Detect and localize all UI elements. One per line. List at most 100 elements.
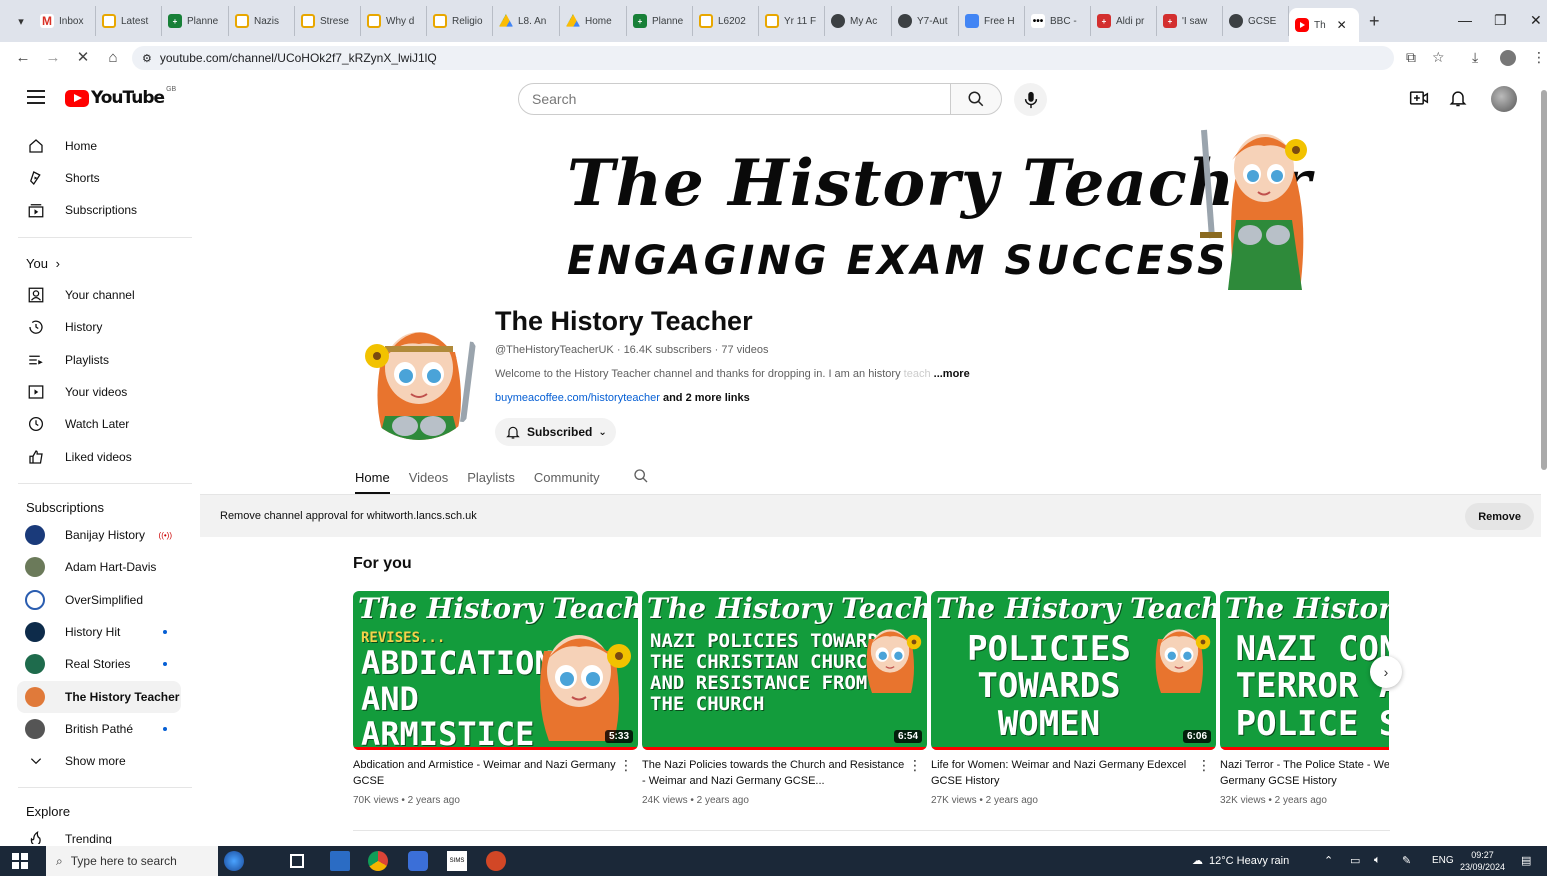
search-input[interactable]: Search (518, 83, 951, 115)
app-icon[interactable] (330, 851, 350, 871)
pen-icon[interactable]: ✎ (1402, 854, 1411, 867)
search-highlight-icon[interactable] (224, 851, 244, 871)
browser-tab[interactable]: Religio (427, 6, 493, 36)
notifications-icon[interactable]: ▤ (1521, 854, 1531, 867)
new-tab-icon[interactable]: + (1369, 11, 1380, 32)
browser-tab[interactable]: Nazis (229, 6, 295, 36)
sidebar-item[interactable]: Liked videos (17, 441, 181, 473)
app-icon[interactable] (408, 851, 428, 871)
sidebar-item[interactable]: Real Stories (17, 648, 181, 680)
more-links[interactable]: and 2 more links (663, 392, 750, 404)
browser-tab[interactable]: + Aldi pr (1091, 6, 1157, 36)
browser-tab[interactable]: + 'I saw (1157, 6, 1223, 36)
video-title[interactable]: Life for Women: Weimar and Nazi Germany … (931, 757, 1196, 789)
language-indicator[interactable]: ENG (1432, 855, 1454, 866)
video-menu-icon[interactable]: ⋮ (1197, 757, 1211, 774)
video-title[interactable]: Nazi Terror - The Police State - Weimar … (1220, 757, 1389, 789)
window-close-icon[interactable]: ✕ (1530, 12, 1542, 29)
browser-tab[interactable]: Strese (295, 6, 361, 36)
search-button[interactable] (950, 83, 1002, 115)
video-card[interactable]: The History NAZI CONTRTERROR ANDPOLICE ST… (1220, 591, 1389, 806)
youtube-logo[interactable]: YouTube GB (65, 86, 176, 108)
video-title[interactable]: The Nazi Policies towards the Church and… (642, 757, 907, 789)
tab-search-dropdown-icon[interactable]: ▾ (8, 8, 34, 34)
sidebar-item[interactable]: Playlists (17, 344, 181, 376)
tab-close-icon[interactable]: ✕ (1337, 18, 1347, 32)
video-card[interactable]: The History TeacherPOLICIESTOWARDSWOMEN6… (931, 591, 1216, 806)
sidebar-item[interactable]: Show more (17, 745, 181, 777)
video-menu-icon[interactable]: ⋮ (619, 757, 633, 774)
browser-tab[interactable]: ••• BBC - (1025, 6, 1091, 36)
sidebar-item[interactable]: History (17, 311, 181, 343)
powerpoint-icon[interactable] (486, 851, 506, 871)
windows-start-icon[interactable] (0, 853, 40, 869)
sidebar-item[interactable]: British Pathé (17, 713, 181, 745)
channel-avatar[interactable] (355, 312, 483, 440)
minimize-icon[interactable]: — (1458, 12, 1472, 28)
subscribed-button[interactable]: Subscribed ⌄ (495, 418, 616, 446)
shelf-next-arrow-icon[interactable]: › (1370, 656, 1402, 688)
sidebar-item[interactable]: Trending (17, 823, 181, 844)
channel-tab[interactable]: Videos (409, 462, 449, 492)
video-card[interactable]: The History TeacherNAZI POLICIES TOWARDS… (642, 591, 927, 806)
browser-tab[interactable]: + Planne (162, 6, 229, 36)
create-video-icon[interactable] (1409, 88, 1429, 108)
sidebar-item[interactable]: Home (17, 130, 181, 162)
browser-tab[interactable]: Why d (361, 6, 427, 36)
page-scrollbar[interactable] (1541, 90, 1547, 470)
browser-tab[interactable]: My Ac (825, 6, 892, 36)
notifications-bell-icon[interactable] (1448, 88, 1468, 108)
you-heading[interactable]: You › (26, 256, 60, 271)
video-thumbnail[interactable]: The History TeacherNAZI POLICIES TOWARDS… (642, 591, 927, 750)
network-icon[interactable]: ▭ (1350, 854, 1360, 867)
volume-icon[interactable]: 🔈︎ (1374, 854, 1381, 867)
browser-tab[interactable]: GCSE (1223, 6, 1289, 36)
channel-tab[interactable]: Community (534, 462, 600, 492)
url-bar[interactable]: ⚙ youtube.com/channel/UCoHOk2f7_kRZynX_l… (132, 46, 1394, 70)
taskbar-search-box[interactable]: ⌕ Type here to search (46, 846, 218, 876)
video-thumbnail[interactable]: The History NAZI CONTRTERROR ANDPOLICE ST… (1220, 591, 1389, 750)
sidebar-item[interactable]: Watch Later (17, 408, 181, 440)
weather-widget[interactable]: ☁ 12°C Heavy rain (1192, 854, 1289, 868)
channel-tab[interactable]: Home (355, 462, 390, 494)
install-app-icon[interactable]: ⧉ (1406, 49, 1416, 66)
sidebar-item[interactable]: Your channel (17, 279, 181, 311)
external-link[interactable]: buymeacoffee.com/historyteacher (495, 392, 660, 404)
channel-description[interactable]: Welcome to the History Teacher channel a… (495, 368, 970, 380)
downloads-icon[interactable]: ⤓ (1472, 49, 1478, 66)
tray-chevron-icon[interactable]: ⌃ (1324, 854, 1333, 867)
site-info-icon[interactable]: ⚙ (142, 52, 152, 65)
bookmark-star-icon[interactable]: ☆ (1432, 49, 1445, 66)
browser-tab[interactable]: Y7-Aut (892, 6, 959, 36)
browser-menu-icon[interactable]: ⋮ (1532, 49, 1546, 66)
browser-tab[interactable]: Th ✕ (1289, 8, 1359, 42)
account-avatar[interactable] (1491, 86, 1517, 112)
sidebar-item[interactable]: Adam Hart-Davis (17, 551, 181, 583)
more-link[interactable]: ...more (934, 368, 970, 380)
voice-search-button[interactable] (1014, 83, 1047, 116)
forward-icon[interactable]: → (38, 49, 68, 66)
sidebar-item[interactable]: Your videos (17, 376, 181, 408)
browser-tab[interactable]: L6202 (693, 6, 759, 36)
sidebar-item[interactable]: OverSimplified (17, 584, 181, 616)
sidebar-item[interactable]: Subscriptions (17, 194, 181, 226)
channel-tab[interactable]: Playlists (467, 462, 515, 492)
browser-tab[interactable]: + Planne (627, 6, 693, 36)
task-view-icon[interactable] (290, 854, 304, 868)
sidebar-item[interactable]: Banijay History ((•)) (17, 519, 181, 551)
browser-tab[interactable]: Home (560, 6, 627, 36)
video-thumbnail[interactable]: The History TeacherPOLICIESTOWARDSWOMEN6… (931, 591, 1216, 750)
profile-avatar[interactable] (1500, 50, 1516, 66)
browser-tab[interactable]: Free H (959, 6, 1025, 36)
channel-search-icon[interactable] (633, 468, 649, 484)
stop-loading-icon[interactable]: ✕ (68, 48, 98, 66)
browser-tab[interactable]: Yr 11 F (759, 6, 825, 36)
browser-tab[interactable]: Latest (96, 6, 162, 36)
sidebar-item[interactable]: Shorts (17, 162, 181, 194)
chrome-icon[interactable] (368, 851, 388, 871)
remove-approval-button[interactable]: Remove (1465, 503, 1534, 530)
video-menu-icon[interactable]: ⋮ (908, 757, 922, 774)
guide-menu-icon[interactable] (27, 90, 45, 104)
browser-tab[interactable]: M Inbox (34, 6, 96, 36)
sidebar-item[interactable]: The History Teacher (17, 680, 181, 713)
